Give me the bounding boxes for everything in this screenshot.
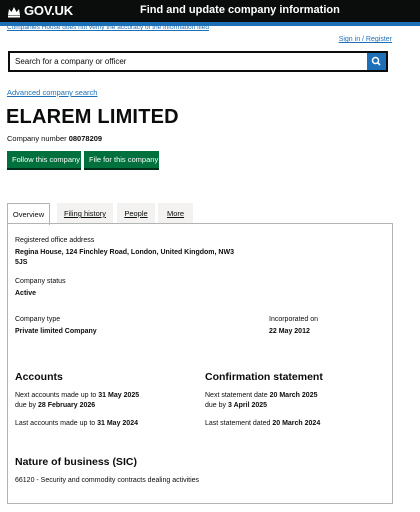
search-button[interactable] (367, 53, 386, 70)
incorporated-value: 22 May 2012 (269, 328, 310, 335)
next-statement-date: 20 March 2025 (269, 392, 318, 399)
last-accounts: Last accounts made up to 31 May 2024 (15, 420, 138, 427)
next-statement-label: Next statement date (205, 392, 268, 399)
crown-icon (8, 7, 20, 18)
last-statement-date: 20 March 2024 (272, 420, 321, 427)
search-form (8, 51, 388, 72)
tab-overview[interactable]: Overview (7, 203, 50, 225)
company-status-value: Active (15, 290, 37, 297)
follow-company-button[interactable]: Follow this company (7, 151, 81, 168)
service-name-link[interactable]: Find and update company information (140, 4, 340, 16)
statement-due-date: 3 April 2025 (227, 402, 268, 409)
next-accounts-date: 31 May 2025 (98, 392, 140, 399)
company-number-label: Company number (7, 134, 67, 143)
accounts-due-label: due by (15, 402, 37, 409)
company-name: ELAREM LIMITED (6, 106, 179, 128)
company-number: Company number 08078209 (7, 134, 102, 143)
accounts-heading: Accounts (15, 371, 63, 383)
confirmation-heading: Confirmation statement (205, 371, 323, 383)
registered-office-line2: 5JS (15, 259, 28, 266)
last-accounts-label: Last accounts made up to (15, 420, 96, 427)
registered-office-line1: Regina House, 124 Finchley Road, London,… (15, 249, 234, 256)
next-accounts: Next accounts made up to 31 May 2025 (15, 392, 139, 399)
accounts-due-date: 28 February 2026 (37, 402, 96, 409)
tab-people[interactable]: People (117, 203, 155, 224)
accounts-due: due by 28 February 2026 (15, 402, 95, 409)
nature-of-business-heading: Nature of business (SIC) (15, 456, 137, 468)
company-type-label: Company type (15, 316, 61, 323)
next-statement: Next statement date 20 March 2025 (205, 392, 317, 399)
last-accounts-date: 31 May 2024 (97, 420, 138, 427)
last-statement-label: Last statement dated (205, 420, 271, 427)
statement-due-label: due by (205, 402, 227, 409)
sign-in-register-link[interactable]: Sign in / Register (339, 36, 392, 43)
company-type-value: Private limited Company (15, 328, 97, 335)
sic-code-item: 66120 - Security and commodity contracts… (15, 477, 200, 484)
company-status-label: Company status (15, 278, 66, 285)
advanced-search-link[interactable]: Advanced company search (7, 88, 97, 97)
search-icon (371, 56, 381, 66)
file-for-company-button[interactable]: File for this company (84, 151, 159, 168)
govuk-header: GOV.UK Find and update company informati… (0, 0, 420, 22)
next-accounts-label: Next accounts made up to (15, 392, 97, 399)
search-input[interactable] (10, 53, 368, 70)
company-number-value: 08078209 (68, 134, 103, 143)
accuracy-disclaimer-link[interactable]: Companies House does not verify the accu… (7, 24, 209, 31)
registered-office-label: Registered office address (15, 237, 95, 244)
last-statement: Last statement dated 20 March 2024 (205, 420, 320, 427)
tab-more[interactable]: More (158, 203, 193, 224)
incorporated-label: Incorporated on (269, 316, 319, 323)
statement-due: due by 3 April 2025 (205, 402, 267, 409)
govuk-logo-link[interactable]: GOV.UK (24, 3, 73, 18)
tab-filing-history[interactable]: Filing history (57, 203, 113, 224)
